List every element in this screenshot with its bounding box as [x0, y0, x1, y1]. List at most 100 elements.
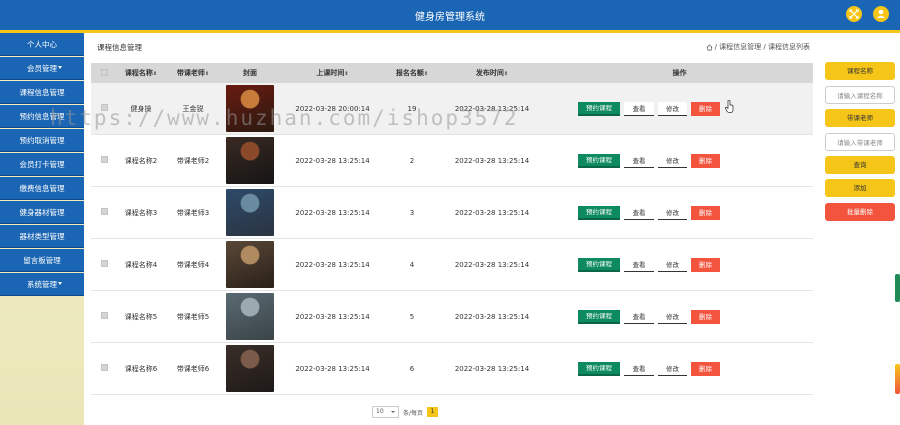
cell-name: 课程名称6 [124, 364, 158, 373]
sidebar-item-equipment[interactable]: 健身器材管理 [0, 201, 84, 224]
cell-publish: 2022-03-28 13:25:14 [454, 312, 530, 321]
batch-delete-button[interactable]: 批量删除 [825, 203, 895, 221]
expand-icon[interactable] [846, 6, 862, 22]
teacher-label: 带课老师 [825, 109, 895, 127]
edit-button[interactable]: 修改 [658, 205, 687, 220]
delete-button[interactable]: 删除 [691, 153, 720, 168]
book-course-button[interactable]: 预约课程 [578, 361, 620, 376]
edit-button[interactable]: 修改 [658, 153, 687, 168]
col-count[interactable]: 报名名额⇕ [386, 68, 438, 78]
cell-time: 2022-03-28 13:25:14 [295, 312, 370, 321]
book-course-button[interactable]: 预约课程 [578, 153, 620, 168]
sidebar-item-members[interactable]: 会员管理 [0, 57, 84, 80]
delete-button[interactable]: 删除 [691, 309, 720, 324]
sidebar-item-payments[interactable]: 缴费信息管理 [0, 177, 84, 200]
sort-icon: ⇕ [204, 71, 210, 77]
view-button[interactable]: 查看 [624, 101, 654, 116]
cell-name: 课程名称2 [124, 156, 158, 165]
col-name-label: 课程名称 [124, 69, 153, 77]
edit-button[interactable]: 修改 [658, 361, 687, 376]
col-ops: 操作 [546, 68, 813, 78]
caret-down-icon [58, 66, 62, 69]
row-checkbox[interactable] [100, 156, 108, 163]
view-button[interactable]: 查看 [624, 257, 654, 272]
edit-button[interactable]: 修改 [658, 309, 687, 324]
row-checkbox[interactable] [100, 364, 108, 371]
delete-button[interactable]: 删除 [691, 361, 720, 376]
sidebar: 个人中心 会员管理 课程信息管理 预约信息管理 预约取消管理 会员打卡管理 缴费… [0, 33, 84, 425]
row-checkbox[interactable] [100, 260, 108, 267]
sidebar-item-profile[interactable]: 个人中心 [0, 33, 84, 56]
book-course-button[interactable]: 预约课程 [578, 205, 620, 220]
cell-name: 课程名称3 [124, 208, 158, 217]
edit-button[interactable]: 修改 [658, 257, 687, 272]
delete-button[interactable]: 删除 [691, 257, 720, 272]
col-publish[interactable]: 发布时间⇕ [438, 68, 546, 78]
cell-teacher: 带课老师6 [176, 364, 210, 373]
page-size-select[interactable]: 10 [372, 406, 399, 418]
cell-teacher: 带课老师3 [176, 208, 210, 217]
sidebar-item-label: 个人中心 [27, 40, 57, 49]
cell-count: 19 [407, 104, 417, 113]
select-all-checkbox[interactable] [100, 68, 108, 76]
cover-image [226, 85, 274, 132]
table-row: 课程名称3 带课老师3 2022-03-28 13:25:14 3 2022-03-28… [91, 187, 813, 239]
sidebar-item-courses[interactable]: 课程信息管理 [0, 81, 84, 104]
top-bar: 健身房管理系统 [0, 0, 900, 30]
add-button[interactable]: 添加 [825, 179, 895, 197]
course-table: 课程名称⇕ 带课老师⇕ 封面 上课时间⇕ 报名名额⇕ 发布时间⇕ 操作 健身操王… [91, 63, 813, 395]
view-button[interactable]: 查看 [624, 205, 654, 220]
sidebar-item-label: 课程信息管理 [19, 88, 65, 97]
sidebar-item-checkin[interactable]: 会员打卡管理 [0, 153, 84, 176]
cell-name: 课程名称4 [124, 260, 158, 269]
scroll-indicator [895, 364, 900, 394]
breadcrumb: / 课程信息管理 / 课程信息列表 [706, 42, 810, 52]
page-number[interactable]: 1 [427, 407, 439, 417]
home-icon[interactable] [706, 43, 713, 51]
table-header: 课程名称⇕ 带课老师⇕ 封面 上课时间⇕ 报名名额⇕ 发布时间⇕ 操作 [91, 63, 813, 83]
sidebar-item-bookings[interactable]: 预约信息管理 [0, 105, 84, 128]
user-icon[interactable] [873, 6, 889, 22]
cell-publish: 2022-03-28 13:25:14 [454, 156, 530, 165]
col-time[interactable]: 上课时间⇕ [279, 68, 386, 78]
cell-publish: 2022-03-28 13:25:14 [454, 260, 530, 269]
sidebar-item-label: 会员打卡管理 [19, 160, 65, 169]
cell-name: 课程名称5 [124, 312, 158, 321]
book-course-button[interactable]: 预约课程 [578, 309, 620, 324]
col-teacher[interactable]: 带课老师⇕ [165, 68, 221, 78]
sidebar-item-equipment-types[interactable]: 器材类型管理 [0, 225, 84, 248]
scroll-indicator [895, 274, 900, 302]
cover-image [226, 137, 274, 184]
col-name[interactable]: 课程名称⇕ [117, 68, 165, 78]
sidebar-item-label: 会员管理 [27, 64, 57, 73]
course-name-input[interactable]: 请输入课程名称 [825, 86, 895, 104]
teacher-input[interactable]: 请输入带课老师 [825, 133, 895, 151]
book-course-button[interactable]: 预约课程 [578, 257, 620, 272]
query-button[interactable]: 查询 [825, 156, 895, 174]
view-button[interactable]: 查看 [624, 153, 654, 168]
sidebar-item-messages[interactable]: 留言板管理 [0, 249, 84, 272]
edit-button[interactable]: 修改 [658, 101, 687, 116]
cell-count: 6 [409, 364, 415, 373]
book-course-button[interactable]: 预约课程 [578, 101, 620, 116]
row-checkbox[interactable] [100, 104, 108, 111]
col-publish-label: 发布时间 [475, 69, 504, 77]
caret-down-icon [58, 282, 62, 285]
delete-button[interactable]: 删除 [691, 205, 720, 220]
cell-publish: 2022-03-28 13:25:14 [454, 364, 530, 373]
delete-button[interactable]: 删除 [691, 101, 720, 116]
cell-time: 2022-03-28 13:25:14 [295, 364, 370, 373]
col-time-label: 上课时间 [316, 69, 345, 77]
view-button[interactable]: 查看 [624, 361, 654, 376]
row-checkbox[interactable] [100, 208, 108, 215]
col-cover: 封面 [221, 68, 279, 78]
cell-time: 2022-03-28 13:25:14 [295, 156, 370, 165]
sidebar-item-cancellations[interactable]: 预约取消管理 [0, 129, 84, 152]
search-panel: 课程名称 请输入课程名称 带课老师 请输入带课老师 查询 添加 批量删除 [816, 33, 900, 425]
sidebar-item-label: 预约信息管理 [19, 112, 65, 121]
sidebar-item-system[interactable]: 系统管理 [0, 273, 84, 296]
sidebar-item-label: 器材类型管理 [19, 232, 65, 241]
row-checkbox[interactable] [100, 312, 108, 319]
view-button[interactable]: 查看 [624, 309, 654, 324]
sidebar-item-label: 健身器材管理 [19, 208, 65, 217]
